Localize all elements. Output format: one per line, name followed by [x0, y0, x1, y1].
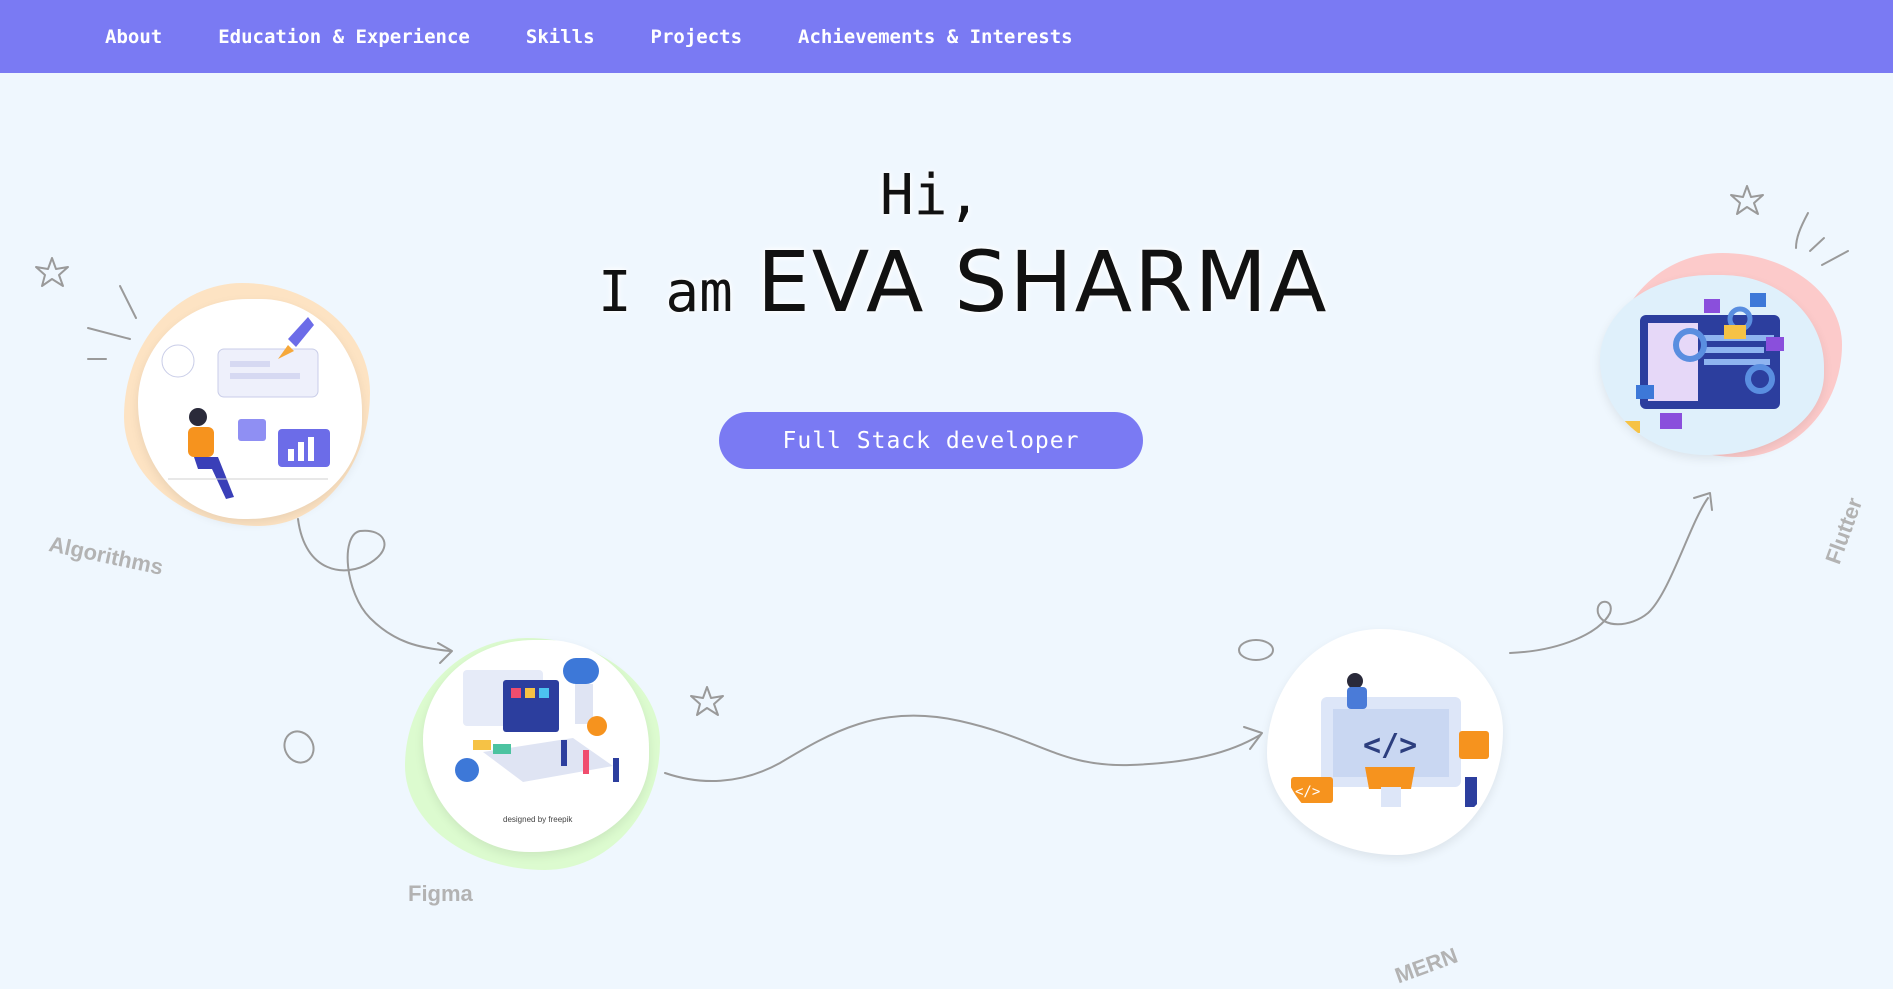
skill-label-figma: Figma — [408, 881, 473, 906]
nav-skills[interactable]: Skills — [526, 26, 595, 48]
star-doodle-icon — [690, 686, 724, 716]
algorithms-illustration — [124, 283, 370, 526]
nav-projects[interactable]: Projects — [651, 26, 743, 48]
developer-laptop-illustration-icon — [161, 317, 330, 499]
code-monitor-illustration-icon: </> </> — [1291, 673, 1489, 807]
mobile-app-development-illustration-icon — [1624, 293, 1784, 433]
intro-text: I am — [598, 260, 733, 325]
star-doodle-icon — [1730, 185, 1764, 215]
name-heading: EVA SHARMA — [756, 233, 1329, 331]
svg-text:designed by freepik: designed by freepik — [503, 815, 573, 824]
svg-text:</>: </> — [1363, 728, 1417, 763]
role-button[interactable]: Full Stack developer — [719, 412, 1143, 469]
skill-label-mern: MERN — [1391, 942, 1461, 989]
top-nav: About Education & Experience Skills Proj… — [0, 0, 1893, 73]
intro-heading: I am EVA SHARMA — [598, 233, 1328, 331]
nav-education-experience[interactable]: Education & Experience — [218, 26, 470, 48]
flutter-illustration — [1600, 253, 1842, 457]
nav-achievements-interests[interactable]: Achievements & Interests — [798, 26, 1073, 48]
arrow-doodle-icon — [1509, 497, 1709, 654]
design-platform-illustration-icon: designed by freepik — [455, 658, 619, 824]
arrow-doodle-icon — [664, 714, 1261, 783]
star-doodle-icon — [35, 257, 69, 287]
figma-illustration: designed by freepik — [405, 638, 660, 870]
hero-section: Hi, I am EVA SHARMA Full Stack developer — [0, 73, 1893, 988]
mern-illustration: </> </> — [1267, 629, 1503, 855]
arrow-doodle-icon — [297, 518, 451, 652]
greeting-text: Hi, — [880, 163, 982, 228]
svg-text:</>: </> — [1295, 784, 1320, 800]
nav-about[interactable]: About — [105, 26, 162, 48]
